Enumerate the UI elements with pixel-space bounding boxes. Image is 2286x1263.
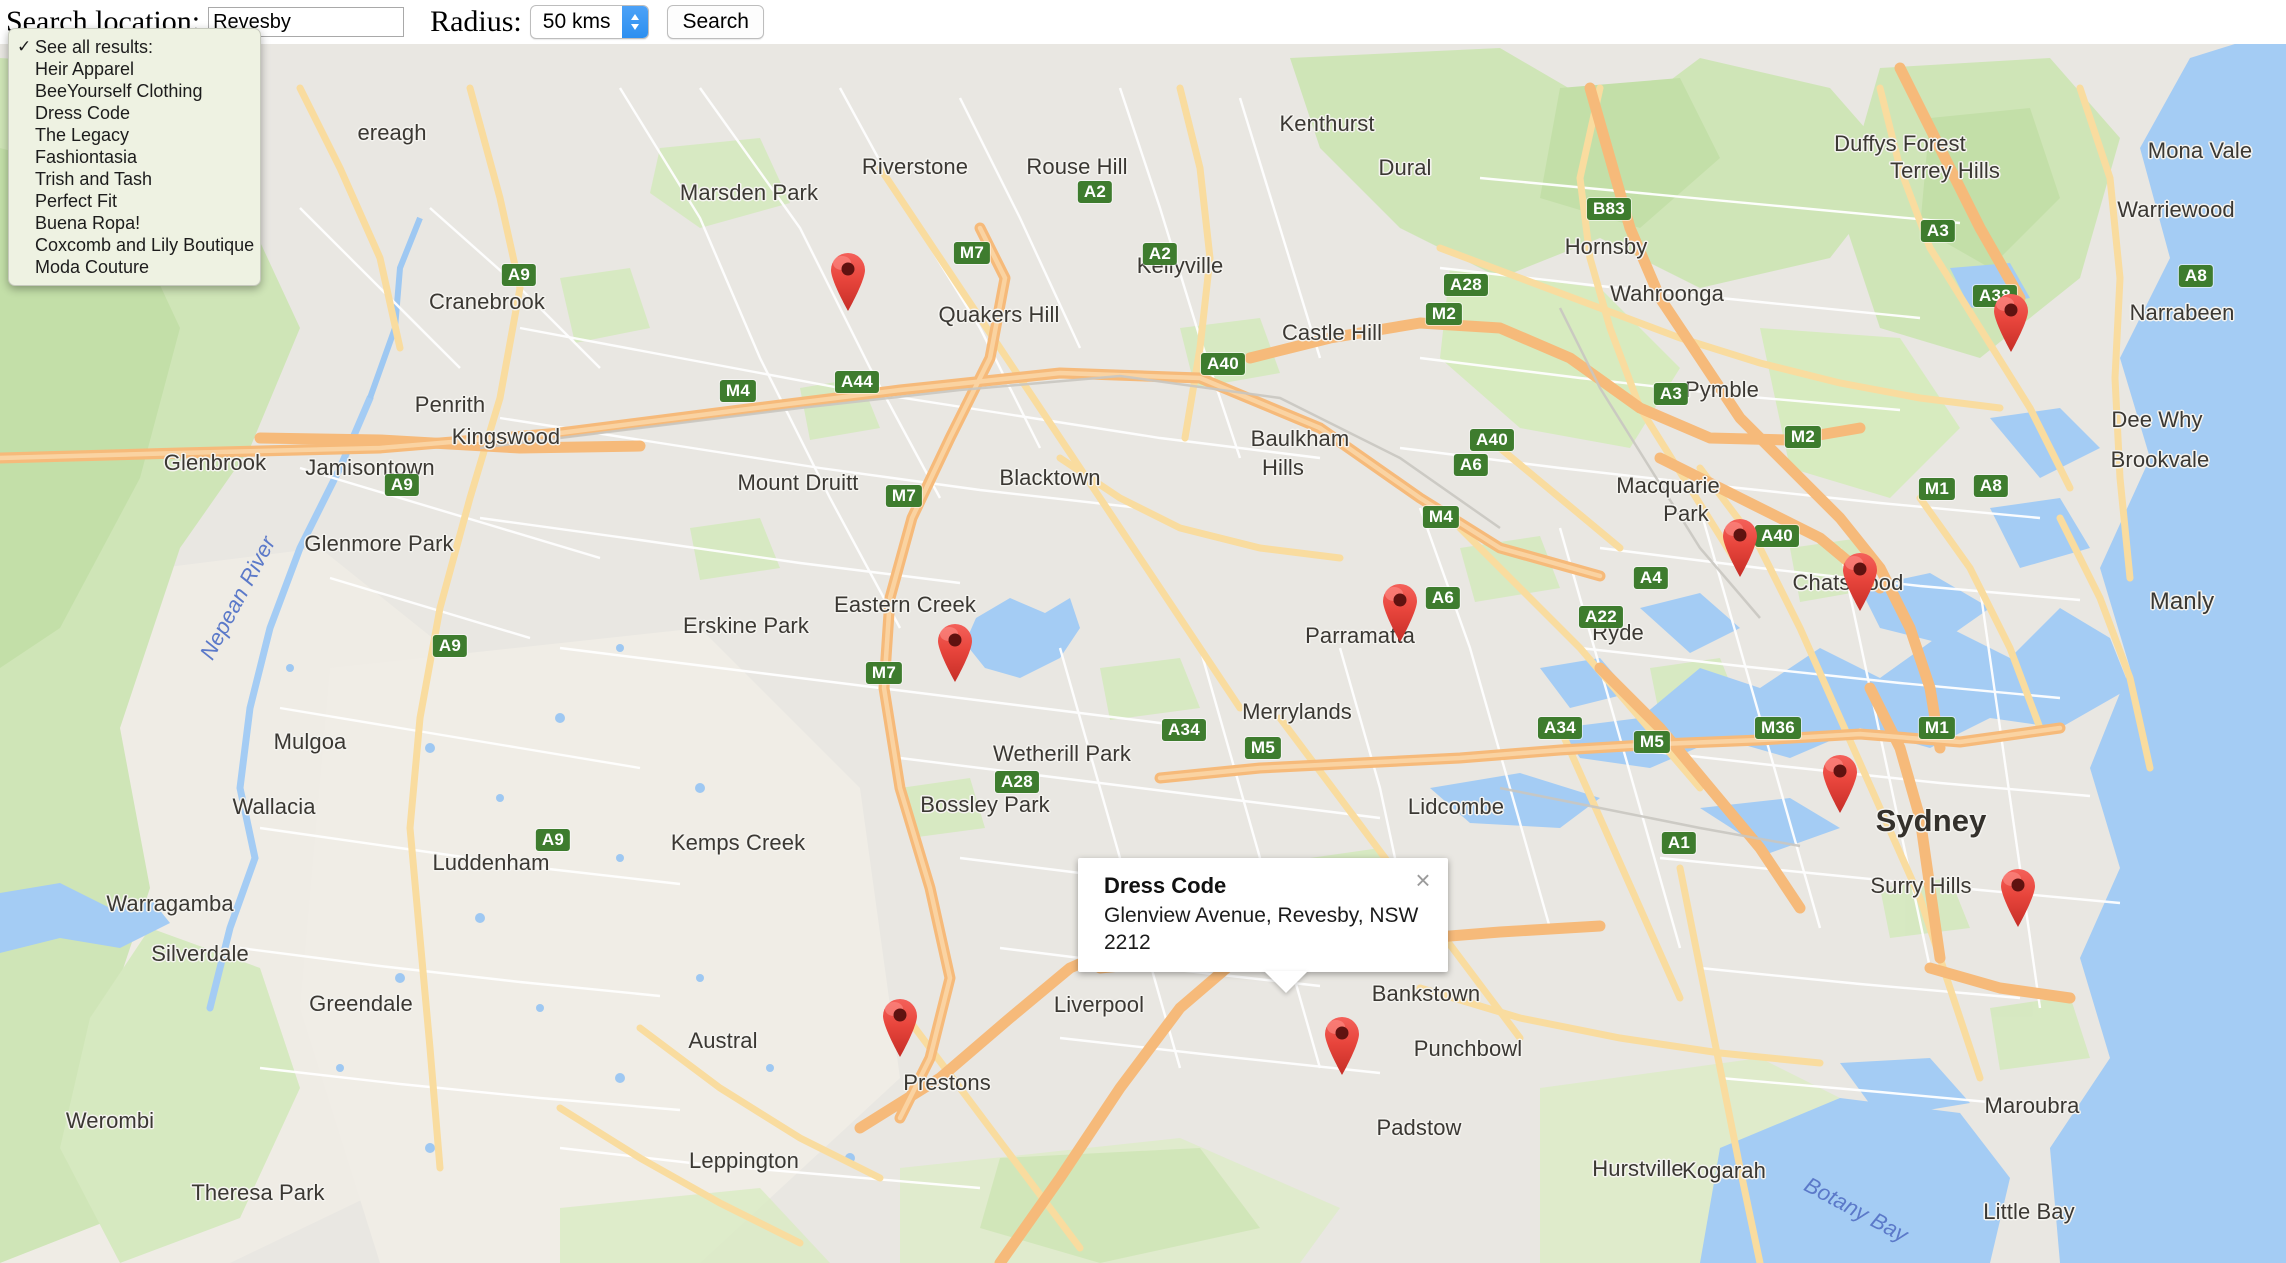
dropdown-item-label: The Legacy — [35, 124, 130, 145]
radius-label: Radius: — [430, 5, 522, 38]
map-marker-pin[interactable] — [932, 619, 978, 683]
dropdown-item[interactable]: ✓ See all results: — [9, 36, 260, 58]
info-window-address: Glenview Avenue, Revesby, NSW 2212 — [1104, 903, 1419, 954]
map-marker-pin[interactable] — [1717, 514, 1763, 578]
radius-select[interactable]: 50 kms — [529, 5, 650, 39]
info-window-title: Dress Code — [1104, 873, 1227, 898]
info-window[interactable]: Dress Code Glenview Avenue, Revesby, NSW… — [1078, 858, 1448, 994]
dropdown-item-label: Trish and Tash — [35, 168, 153, 189]
radius-select-value: 50 kms — [542, 10, 611, 33]
dropdown-item-label: Moda Couture — [35, 256, 150, 277]
map-marker-pin[interactable] — [1988, 289, 2034, 353]
map-marker-pin[interactable] — [1817, 750, 1863, 814]
dropdown-item[interactable]: Moda Couture — [9, 256, 260, 278]
map-marker-pin[interactable] — [1319, 1012, 1365, 1076]
dropdown-item-label: Fashiontasia — [35, 146, 138, 167]
dropdown-item-label: Coxcomb and Lily Boutique — [35, 234, 255, 255]
map-marker-pin[interactable] — [1837, 548, 1883, 612]
stepper-updown-icon[interactable] — [622, 6, 649, 38]
check-icon: ✓ — [17, 37, 32, 56]
dropdown-item-label: See all results: — [35, 36, 154, 57]
map-canvas[interactable]: Kenthurst Duffys Forest Mona Vale Riverston… — [0, 28, 2286, 1263]
dropdown-item-label: BeeYourself Clothing — [35, 80, 203, 101]
search-toolbar: Search location: Radius: 50 kms Search — [0, 0, 2286, 44]
close-icon[interactable]: × — [1412, 867, 1434, 893]
map-basemap — [0, 28, 2286, 1263]
dropdown-item[interactable]: BeeYourself Clothing — [9, 80, 260, 102]
dropdown-item[interactable]: Buena Ropa! — [9, 212, 260, 234]
map-marker-pin[interactable] — [877, 994, 923, 1058]
map-marker-pin[interactable] — [1995, 864, 2041, 928]
dropdown-item[interactable]: Coxcomb and Lily Boutique — [9, 234, 260, 256]
dropdown-item[interactable]: Perfect Fit — [9, 190, 260, 212]
map-marker-pin[interactable] — [1377, 579, 1423, 643]
dropdown-item-label: Perfect Fit — [35, 190, 118, 211]
dropdown-item[interactable]: Heir Apparel — [9, 58, 260, 80]
dropdown-item[interactable]: Dress Code — [9, 102, 260, 124]
map-marker-pin[interactable] — [825, 248, 871, 312]
dropdown-item-label: Buena Ropa! — [35, 212, 141, 233]
dropdown-item[interactable]: The Legacy — [9, 124, 260, 146]
results-dropdown-menu[interactable]: ✓ See all results: Heir Apparel BeeYourself… — [8, 28, 261, 286]
dropdown-item-label: Heir Apparel — [35, 58, 135, 79]
dropdown-item-label: Dress Code — [35, 102, 131, 123]
info-window-tail — [1264, 971, 1308, 994]
dropdown-item[interactable]: Fashiontasia — [9, 146, 260, 168]
dropdown-item[interactable]: Trish and Tash — [9, 168, 260, 190]
search-button[interactable]: Search — [667, 5, 764, 39]
